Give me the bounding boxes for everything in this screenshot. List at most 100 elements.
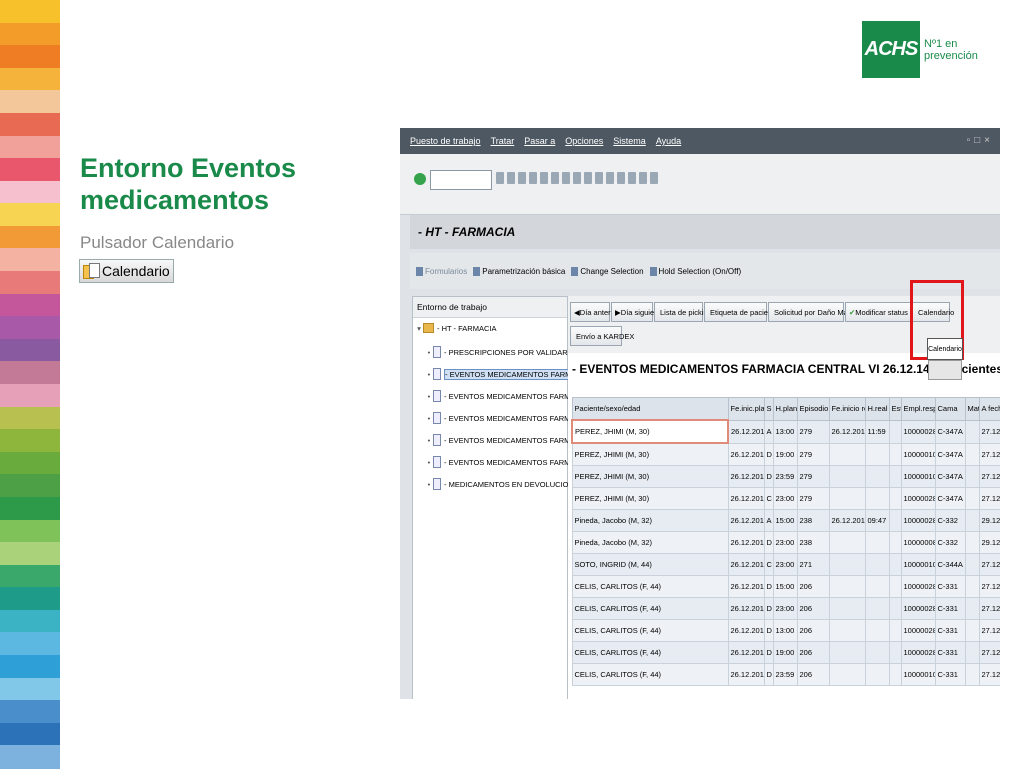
table-cell[interactable]: 26.12.2014 (828, 509, 866, 532)
table-cell[interactable] (864, 641, 890, 664)
table-cell[interactable]: 23:59 (772, 663, 798, 686)
back-icon[interactable] (507, 172, 515, 184)
table-cell[interactable]: 279 (796, 419, 830, 444)
table-cell[interactable]: D (763, 575, 774, 598)
table-cell[interactable]: 23:00 (772, 553, 798, 576)
table-cell[interactable] (964, 575, 980, 598)
table-cell[interactable]: 1000001034 (900, 663, 936, 686)
table-cell[interactable]: SOTO, INGRID (M, 44) (571, 553, 729, 576)
table-cell[interactable]: 27.12.20 (978, 442, 1000, 466)
table-cell[interactable]: 279 (796, 442, 830, 466)
last-page-icon[interactable] (606, 172, 614, 184)
table-cell[interactable]: 27.12.20 (978, 553, 1000, 576)
table-cell[interactable]: 09:47 (864, 509, 890, 532)
column-header[interactable]: Episodio (796, 397, 830, 421)
table-cell[interactable]: 26.12.2014 (828, 419, 866, 444)
formularios-button[interactable]: Formularios (416, 266, 467, 276)
table-cell[interactable] (888, 553, 902, 576)
table-cell[interactable]: 27.12.20 (978, 465, 1000, 488)
table-cell[interactable]: 27.12.20 (978, 487, 1000, 510)
column-header[interactable]: H.real (864, 397, 890, 421)
table-cell[interactable]: C-347A (934, 442, 966, 466)
table-cell[interactable]: 279 (796, 465, 830, 488)
find-icon[interactable] (551, 172, 559, 184)
change-selection-button[interactable]: Change Selection (571, 266, 644, 276)
table-cell[interactable]: 1000001034 (900, 553, 936, 576)
table-row[interactable]: Pineda, Jacobo (M, 32)26.12.2014A15:0023… (571, 509, 1000, 532)
table-row[interactable]: SOTO, INGRID (M, 44)26.12.2014C23:00271 1… (571, 553, 1000, 576)
menu-pasar-a[interactable]: Pasar a (524, 136, 555, 146)
etiqueta-paciente-button[interactable]: Etiqueta de paciente (704, 302, 778, 322)
table-cell[interactable]: 27.12.20 (978, 641, 1000, 664)
save-icon[interactable] (496, 172, 504, 184)
new-session-icon[interactable] (617, 172, 625, 184)
table-cell[interactable] (964, 509, 980, 532)
table-cell[interactable]: 23:00 (772, 597, 798, 620)
column-header[interactable]: Paciente/sexo/edad (571, 397, 729, 421)
column-header[interactable]: S (763, 397, 774, 421)
column-header[interactable]: Fe.inicio real (828, 397, 866, 421)
table-cell[interactable]: A (763, 509, 774, 532)
table-cell[interactable] (828, 597, 866, 620)
column-header[interactable]: A fecha (978, 397, 1000, 421)
table-cell[interactable]: 1000001034 (900, 465, 936, 488)
column-header[interactable]: Cama (934, 397, 966, 421)
table-cell[interactable]: 19:00 (772, 442, 798, 466)
table-cell[interactable]: C-331 (934, 641, 966, 664)
table-cell[interactable] (964, 597, 980, 620)
table-cell[interactable]: 11:59 (864, 419, 890, 444)
help-icon[interactable] (639, 172, 647, 184)
table-cell[interactable]: 19:00 (772, 641, 798, 664)
first-page-icon[interactable] (573, 172, 581, 184)
table-cell[interactable]: PEREZ, JHIMI (M, 30) (571, 442, 729, 466)
table-cell[interactable]: CELIS, CARLITOS (F, 44) (571, 663, 729, 686)
enter-check-icon[interactable] (414, 173, 426, 185)
table-cell[interactable] (964, 419, 980, 444)
table-cell[interactable]: 1000002845 (900, 619, 936, 642)
lista-picking-button[interactable]: Lista de picking (654, 302, 712, 322)
table-cell[interactable]: 206 (796, 597, 830, 620)
table-cell[interactable] (888, 509, 902, 532)
table-cell[interactable]: 206 (796, 575, 830, 598)
table-cell[interactable] (864, 465, 890, 488)
tree-item-devolucion[interactable]: • - MEDICAMENTOS EN DEVOLUCION (425, 478, 574, 490)
table-cell[interactable] (964, 442, 980, 466)
table-row[interactable]: PEREZ, JHIMI (M, 30)26.12.2014A13:002792… (571, 419, 1000, 444)
next-page-icon[interactable] (595, 172, 603, 184)
table-cell[interactable]: 26.12.2014 (727, 597, 765, 620)
table-cell[interactable]: 1000002845 (900, 641, 936, 664)
table-cell[interactable]: 26.12.2014 (727, 442, 765, 466)
table-cell[interactable]: 26.12.2014 (727, 419, 765, 444)
table-cell[interactable] (888, 619, 902, 642)
table-cell[interactable] (888, 465, 902, 488)
table-cell[interactable]: C (763, 553, 774, 576)
column-header[interactable]: Estr (888, 397, 902, 421)
table-cell[interactable]: PEREZ, JHIMI (M, 30) (571, 465, 729, 488)
table-cell[interactable]: 1000002845 (900, 487, 936, 510)
table-cell[interactable] (828, 531, 866, 554)
table-cell[interactable]: 279 (796, 487, 830, 510)
table-cell[interactable] (828, 487, 866, 510)
table-cell[interactable] (864, 575, 890, 598)
table-cell[interactable] (864, 487, 890, 510)
table-cell[interactable] (888, 442, 902, 466)
table-cell[interactable]: 26.12.2014 (727, 663, 765, 686)
table-cell[interactable]: 1000002845 (900, 597, 936, 620)
table-cell[interactable] (964, 487, 980, 510)
table-cell[interactable] (964, 531, 980, 554)
table-cell[interactable]: 238 (796, 531, 830, 554)
menu-sistema[interactable]: Sistema (613, 136, 646, 146)
dia-siguiente-button[interactable]: ▶ Día siguiente (611, 302, 665, 322)
table-cell[interactable]: C (763, 487, 774, 510)
table-cell[interactable]: Pineda, Jacobo (M, 32) (571, 509, 729, 532)
table-cell[interactable]: 26.12.2014 (727, 553, 765, 576)
column-header[interactable]: Fe.inic.planif. (727, 397, 765, 421)
table-cell[interactable]: C-347A (934, 487, 966, 510)
table-row[interactable]: CELIS, CARLITOS (F, 44)26.12.2014D23:592… (571, 663, 1000, 686)
window-controls[interactable]: ▫□× (967, 135, 994, 146)
table-cell[interactable]: 23:00 (772, 487, 798, 510)
table-cell[interactable]: 238 (796, 509, 830, 532)
table-row[interactable]: Pineda, Jacobo (M, 32)26.12.2014D23:0023… (571, 531, 1000, 554)
menu-puesto-de-trabajo[interactable]: Puesto de trabajo (410, 136, 481, 146)
tree-root[interactable]: ▾ - HT - FARMACIA (415, 323, 496, 333)
